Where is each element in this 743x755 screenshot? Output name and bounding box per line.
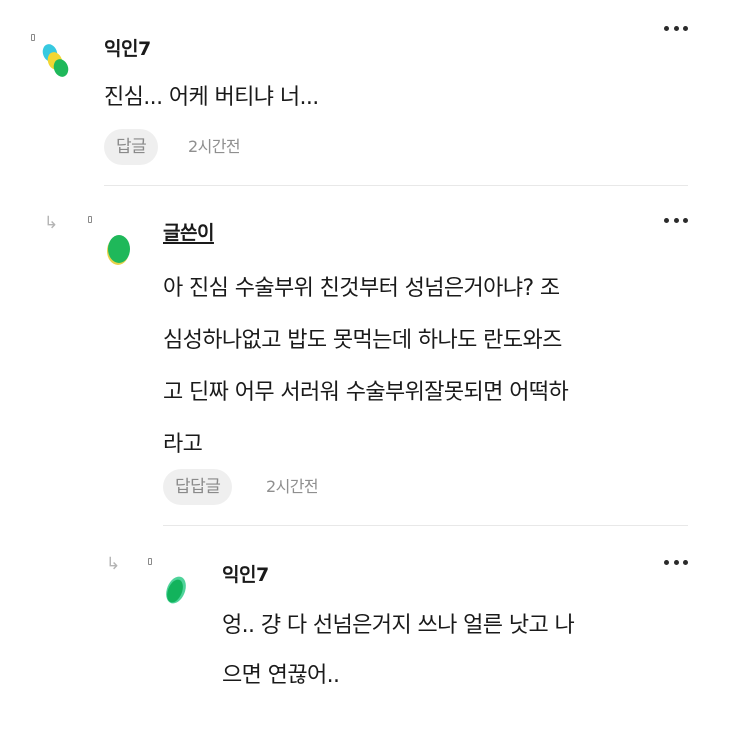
divider xyxy=(163,525,688,526)
comment-timestamp: 2시간전 xyxy=(188,137,241,156)
comment-text: 아 진심 수술부위 친것부터 성넘은거아냐? 조 심성하나없고 밥도 못먹는데 … xyxy=(163,276,569,457)
more-options-icon[interactable] xyxy=(664,557,688,567)
reply-arrow-icon: ↳ xyxy=(44,213,59,233)
more-options-icon[interactable] xyxy=(664,23,688,33)
more-options-icon[interactable] xyxy=(664,215,688,225)
comment-timestamp: 2시간전 xyxy=(266,477,319,496)
badge-mark xyxy=(88,216,92,223)
comment-nickname[interactable]: 익인7 xyxy=(222,560,269,587)
comment-nickname[interactable]: 익인7 xyxy=(104,34,151,61)
comment-nickname[interactable]: 글쓴이 xyxy=(163,218,214,245)
comment-thread: 익인7 진심... 어케 버티냐 너... 답글 2시간전 ↳ 글쓴이 아 진심… xyxy=(0,0,743,755)
comment-text: 진심... 어케 버티냐 너... xyxy=(104,85,319,110)
tricolor-blob-avatar-icon xyxy=(42,44,69,77)
badge-mark xyxy=(31,34,35,41)
green-blob-avatar-icon xyxy=(166,576,186,604)
badge-mark xyxy=(148,558,152,565)
green-blob-avatar-icon xyxy=(107,235,130,265)
reply-arrow-icon: ↳ xyxy=(106,554,121,574)
comment-text: 엉.. 걍 다 선넘은거지 쓰나 얼른 낫고 나 으면 연끊어.. xyxy=(222,613,575,688)
reply-button[interactable]: 답답글 xyxy=(163,469,233,505)
reply-button[interactable]: 답글 xyxy=(104,129,159,165)
divider xyxy=(104,185,688,186)
